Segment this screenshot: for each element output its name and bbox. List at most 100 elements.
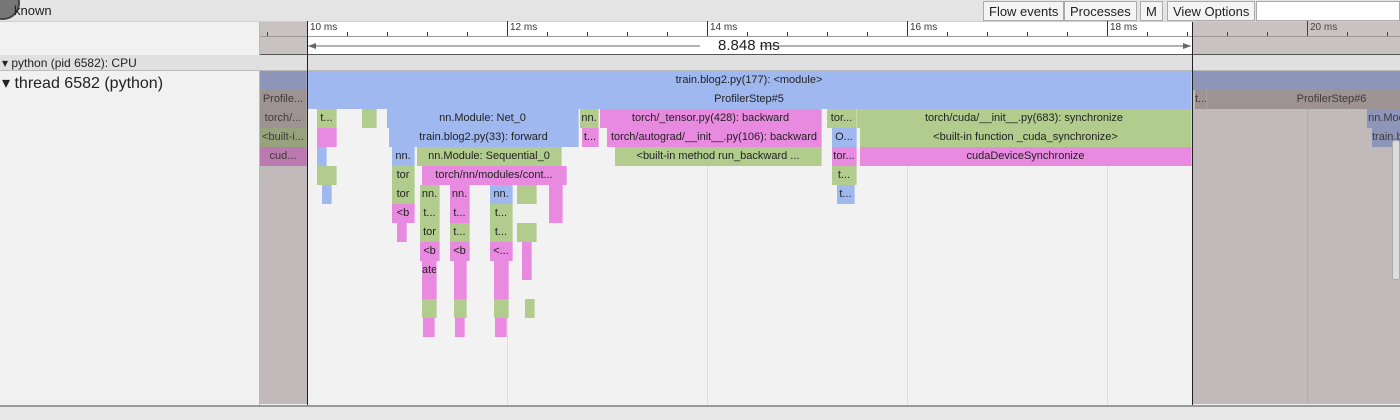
trace-slice[interactable]	[525, 299, 535, 318]
trace-slice[interactable]	[517, 185, 537, 204]
trace-slice[interactable]	[455, 318, 465, 337]
trace-slice[interactable]	[494, 299, 509, 318]
trace-slice[interactable]: train.blog2.py(33): forward	[389, 128, 579, 147]
process-header[interactable]: ▾ python (pid 6582): CPU	[0, 55, 1400, 71]
selection-duration: 8.848 ms	[718, 37, 780, 54]
trace-slice[interactable]	[317, 166, 337, 185]
trace-slice[interactable]: tor...	[827, 109, 857, 128]
trace-slice[interactable]: cud...	[260, 147, 307, 166]
trace-slice[interactable]: torch/nn/modules/cont...	[422, 166, 567, 185]
trace-slice[interactable]: nn.	[580, 109, 599, 128]
trace-slice[interactable]	[522, 242, 532, 261]
trace-slice[interactable]: nn.	[420, 185, 440, 204]
trace-slice[interactable]: train.blog2.py(177): <module>	[307, 71, 1192, 90]
trace-slice[interactable]	[454, 299, 467, 318]
trace-slice[interactable]	[517, 223, 537, 242]
trace-slice[interactable]	[362, 109, 377, 128]
trace-slice[interactable]: t...	[317, 109, 337, 128]
trace-slice[interactable]: nn.Module: Sequential_0	[417, 147, 562, 166]
trace-slice[interactable]: ate	[422, 261, 437, 280]
trace-slice[interactable]	[322, 185, 332, 204]
trace-slice[interactable]: <...	[490, 242, 513, 261]
selection-boundary-line[interactable]	[1191, 22, 1193, 405]
thread-track[interactable]: train.blog2.py(177): <module> Profile... P…	[260, 71, 1400, 404]
trace-slice[interactable]: tor	[392, 166, 415, 185]
details-panel	[0, 405, 1400, 420]
trace-slice[interactable]: torch/_tensor.py(428): backward	[600, 109, 822, 128]
trace-slice[interactable]: torch/...	[260, 109, 307, 128]
trace-slice[interactable]	[549, 204, 563, 223]
processes-button[interactable]: Processes	[1064, 1, 1137, 21]
trace-slice[interactable]	[317, 128, 337, 147]
ruler-minor-tick	[827, 32, 828, 36]
trace-slice[interactable]	[422, 280, 437, 299]
ruler-minor-tick	[867, 32, 868, 36]
trace-slice[interactable]: tor	[420, 223, 440, 242]
trace-slice[interactable]	[549, 185, 563, 204]
trace-slice[interactable]: O...	[832, 128, 857, 147]
trace-slice[interactable]: t...	[837, 185, 855, 204]
trace-slice[interactable]: t...	[490, 204, 513, 223]
selection-boundary-line[interactable]	[307, 22, 308, 405]
ruler-minor-tick	[1227, 32, 1228, 36]
trace-slice[interactable]: nn.	[490, 185, 513, 204]
trace-slice[interactable]	[317, 147, 327, 166]
ruler-minor-tick	[267, 32, 268, 36]
trace-slice[interactable]	[422, 299, 437, 318]
view-options-button[interactable]: View Options	[1167, 1, 1256, 21]
trace-slice[interactable]: t...	[420, 204, 440, 223]
trace-slice[interactable]: t...	[832, 166, 857, 185]
trace-slice[interactable]	[260, 71, 307, 90]
trace-slice[interactable]: ProfilerStep#5	[307, 90, 1192, 109]
trace-slice[interactable]: nn.Module: Net_0	[1367, 109, 1400, 128]
trace-slice[interactable]: <b	[392, 204, 415, 223]
ruler-minor-tick	[1387, 32, 1388, 36]
trace-slice[interactable]	[454, 280, 467, 299]
ruler-minor-tick	[1067, 32, 1068, 36]
trace-slice[interactable]: t...	[582, 128, 599, 147]
trace-slice[interactable]	[522, 261, 532, 280]
search-input[interactable]	[1256, 1, 1400, 21]
ruler-minor-tick	[747, 32, 748, 36]
trace-slice[interactable]: <built-i...	[260, 128, 307, 147]
trace-slice[interactable]: ProfilerStep#6	[1207, 90, 1400, 109]
trace-slice[interactable]: tor	[392, 185, 415, 204]
trace-slice[interactable]: <b	[420, 242, 440, 261]
flow-events-button[interactable]: Flow events	[983, 1, 1065, 21]
trace-slice[interactable]: <built-in function _cuda_synchronize>	[860, 128, 1192, 147]
trace-slice[interactable]	[423, 318, 435, 337]
process-label-text: python (pid 6582): CPU	[11, 56, 137, 70]
trace-slice[interactable]: <b	[450, 242, 470, 261]
trace-slice[interactable]: Profile...	[260, 90, 307, 109]
trace-slice[interactable]	[495, 318, 507, 337]
vertical-scrollbar[interactable]	[1392, 140, 1400, 280]
trace-slice[interactable]	[494, 261, 509, 280]
ruler-tick-label: 12 ms	[510, 22, 538, 33]
time-ruler[interactable]: 10 ms 12 ms 14 ms 16 ms 18 ms 20 ms	[260, 21, 1400, 37]
trace-slice[interactable]: t...	[450, 204, 470, 223]
trace-slice[interactable]: t...	[450, 223, 470, 242]
ruler-minor-tick	[467, 32, 468, 36]
trace-slice[interactable]	[454, 261, 467, 280]
trace-slice[interactable]: cudaDeviceSynchronize	[860, 147, 1192, 166]
trace-slice[interactable]	[494, 280, 509, 299]
trace-slice[interactable]: t...	[1195, 90, 1207, 109]
trace-slice[interactable]: <built-in method run_backward ...	[615, 147, 822, 166]
trace-slice[interactable]	[397, 223, 407, 242]
trace-slice[interactable]: nn.Module: Net_0	[387, 109, 579, 128]
trace-slice[interactable]: t...	[490, 223, 513, 242]
ruler-minor-tick	[987, 32, 988, 36]
ruler-minor-tick	[787, 32, 788, 36]
ruler-tick-label: 16 ms	[910, 22, 938, 33]
trace-slice[interactable]: nn.	[450, 185, 470, 204]
selection-arrow	[308, 43, 1191, 49]
thread-label[interactable]: ▾ thread 6582 (python)	[2, 73, 163, 93]
trace-slice[interactable]: torch/autograd/__init__.py(106): backwar…	[607, 128, 822, 147]
trace-slice[interactable]	[1192, 71, 1400, 90]
ruler-minor-tick	[1187, 32, 1188, 36]
trace-slice[interactable]: torch/cuda/__init__.py(683): synchronize	[857, 109, 1192, 128]
selection-range-bar[interactable]: 8.848 ms	[260, 37, 1400, 55]
trace-slice[interactable]: nn.	[392, 147, 415, 166]
metadata-button[interactable]: M	[1140, 1, 1163, 21]
trace-slice[interactable]: tor...	[832, 147, 857, 166]
